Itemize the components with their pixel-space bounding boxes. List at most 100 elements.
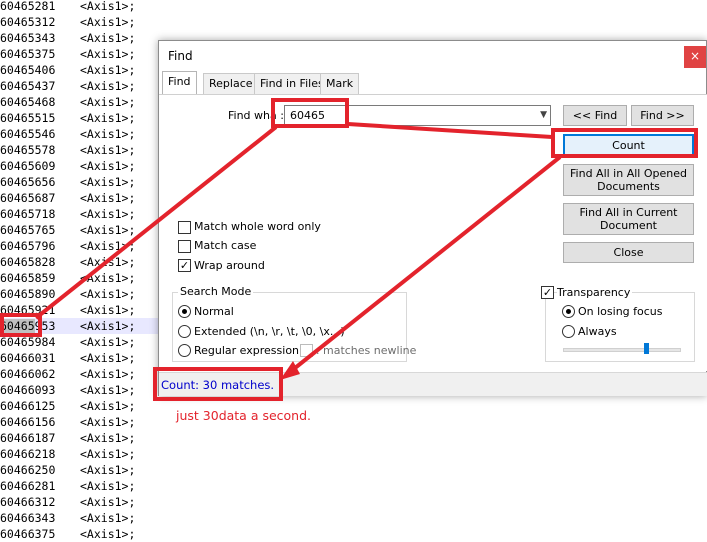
transparency-checkbox[interactable]: ✓ xyxy=(541,286,554,299)
editor-line[interactable]: 60465656 <Axis1>; xyxy=(0,174,135,190)
line-code: <Axis1>; xyxy=(80,191,136,205)
line-timestamp: 60465437 xyxy=(0,79,56,93)
transparency-on-losing-focus-label: On losing focus xyxy=(578,305,663,318)
editor-line[interactable]: 60465609 <Axis1>; xyxy=(0,158,135,174)
editor-line[interactable]: 60465796 <Axis1>; xyxy=(0,238,135,254)
dialog-titlebar[interactable]: Find × xyxy=(159,41,706,71)
search-mode-normal-radio[interactable] xyxy=(178,305,191,318)
line-code: <Axis1>; xyxy=(80,495,136,509)
close-button[interactable]: Close xyxy=(563,242,694,263)
line-code: <Axis1>; xyxy=(80,415,136,429)
transparency-slider-thumb[interactable] xyxy=(644,343,649,354)
editor-line[interactable]: 60465437 <Axis1>; xyxy=(0,78,135,94)
search-mode-regex-label: Regular expression xyxy=(194,344,300,357)
editor-line[interactable]: 60466312 <Axis1>; xyxy=(0,494,135,510)
line-timestamp: 60466093 xyxy=(0,383,56,397)
tab-replace[interactable]: Replace xyxy=(203,73,259,94)
editor-line[interactable]: 60465859 <Axis1>; xyxy=(0,270,135,286)
line-code: <Axis1>; xyxy=(80,207,136,221)
line-code: <Axis1>; xyxy=(80,63,136,77)
line-code: <Axis1>; xyxy=(80,527,136,541)
transparency-always-label: Always xyxy=(578,325,617,338)
wrap-around-checkbox[interactable]: ✓ xyxy=(178,259,191,272)
chevron-down-icon[interactable]: ▼ xyxy=(540,106,547,125)
line-code: <Axis1>; xyxy=(80,111,136,125)
line-code: <Axis1>; xyxy=(80,0,136,13)
line-timestamp: 60466312 xyxy=(0,495,56,509)
find-all-opened-line2: Documents xyxy=(597,180,660,193)
line-code: <Axis1>; xyxy=(80,335,136,349)
annotation-note: just 30data a second. xyxy=(176,408,312,423)
editor-line[interactable]: 60466031 <Axis1>; xyxy=(0,350,135,366)
editor-line[interactable]: 60465515 <Axis1>; xyxy=(0,110,135,126)
line-code: <Axis1>; xyxy=(80,159,136,173)
transparency-on-losing-focus-radio[interactable] xyxy=(562,305,575,318)
transparency-always-radio[interactable] xyxy=(562,325,575,338)
editor-line[interactable]: 60465718 <Axis1>; xyxy=(0,206,135,222)
editor-line[interactable]: 60465468 <Axis1>; xyxy=(0,94,135,110)
editor-line[interactable]: 60466281 <Axis1>; xyxy=(0,478,135,494)
match-whole-word-checkbox[interactable] xyxy=(178,221,191,234)
line-code: <Axis1>; xyxy=(80,31,136,45)
tab-find-in-files[interactable]: Find in Files xyxy=(254,73,330,94)
line-code: <Axis1>; xyxy=(80,351,136,365)
line-timestamp: 60465718 xyxy=(0,207,56,221)
search-mode-extended-radio[interactable] xyxy=(178,325,191,338)
editor-line[interactable]: 60466343 <Axis1>; xyxy=(0,510,135,526)
line-code: <Axis1>; xyxy=(80,255,136,269)
editor-line[interactable]: 60465281 <Axis1>; xyxy=(0,0,135,14)
line-timestamp: 60465546 xyxy=(0,127,56,141)
dialog-tabs: Find Replace Find in Files Mark xyxy=(159,71,706,95)
editor-line[interactable]: 60465546 <Axis1>; xyxy=(0,126,135,142)
search-mode-regex-radio[interactable] xyxy=(178,344,191,357)
dialog-title: Find xyxy=(168,49,193,63)
line-timestamp: 60466062 xyxy=(0,367,56,381)
line-timestamp: 60465890 xyxy=(0,287,56,301)
editor-line[interactable]: 60466062 <Axis1>; xyxy=(0,366,135,382)
find-all-current-button[interactable]: Find All in Current Document xyxy=(563,203,694,235)
editor-line[interactable]: 60466187 <Axis1>; xyxy=(0,430,135,446)
editor-line[interactable]: 60465687 <Axis1>; xyxy=(0,190,135,206)
tab-mark[interactable]: Mark xyxy=(320,73,360,94)
search-mode-extended-label: Extended (\n, \r, \t, \0, \x...) xyxy=(194,325,345,338)
editor-line[interactable]: 60466125 <Axis1>; xyxy=(0,398,135,414)
editor-line[interactable]: 60465828 <Axis1>; xyxy=(0,254,135,270)
line-timestamp: 60466375 xyxy=(0,527,56,541)
line-timestamp: 60465468 xyxy=(0,95,56,109)
line-timestamp: 60466031 xyxy=(0,351,56,365)
editor-line[interactable]: 60465765 <Axis1>; xyxy=(0,222,135,238)
line-timestamp: 60465828 xyxy=(0,255,56,269)
editor-line[interactable]: 60466250 <Axis1>; xyxy=(0,462,135,478)
tab-find[interactable]: Find xyxy=(162,71,197,94)
editor-line[interactable]: 60465406 <Axis1>; xyxy=(0,62,135,78)
matches-newline-checkbox[interactable] xyxy=(300,344,313,357)
editor-line[interactable]: 60465343 <Axis1>; xyxy=(0,30,135,46)
editor-line[interactable]: 60466093 <Axis1>; xyxy=(0,382,135,398)
editor-line[interactable]: 60466375 <Axis1>; xyxy=(0,526,135,542)
find-previous-button[interactable]: << Find xyxy=(563,105,627,126)
editor-line[interactable]: 60466156 <Axis1>; xyxy=(0,414,135,430)
find-next-button[interactable]: Find >> xyxy=(631,105,694,126)
line-timestamp: 60465375 xyxy=(0,47,56,61)
line-code: <Axis1>; xyxy=(80,95,136,109)
find-all-current-line2: Document xyxy=(600,219,657,232)
annotation-box-count xyxy=(551,128,698,158)
transparency-slider-track[interactable] xyxy=(563,348,681,352)
editor-line[interactable]: 60465375 <Axis1>; xyxy=(0,46,135,62)
line-code: <Axis1>; xyxy=(80,271,136,285)
find-all-current-line1: Find All in Current xyxy=(579,206,678,219)
line-code: <Axis1>; xyxy=(80,399,136,413)
find-all-opened-button[interactable]: Find All in All Opened Documents xyxy=(563,164,694,196)
editor-line[interactable]: 60465312 <Axis1>; xyxy=(0,14,135,30)
editor-line[interactable]: 60466218 <Axis1>; xyxy=(0,446,135,462)
line-code: <Axis1>; xyxy=(80,479,136,493)
match-whole-word-label: Match whole word only xyxy=(194,220,321,233)
close-icon[interactable]: × xyxy=(684,46,706,68)
match-case-checkbox[interactable] xyxy=(178,240,191,253)
line-timestamp: 60465578 xyxy=(0,143,56,157)
line-code: <Axis1>; xyxy=(80,447,136,461)
line-code: <Axis1>; xyxy=(80,239,136,253)
editor-line[interactable]: 60465890 <Axis1>; xyxy=(0,286,135,302)
editor-line[interactable]: 60465578 <Axis1>; xyxy=(0,142,135,158)
line-timestamp: 60466156 xyxy=(0,415,56,429)
